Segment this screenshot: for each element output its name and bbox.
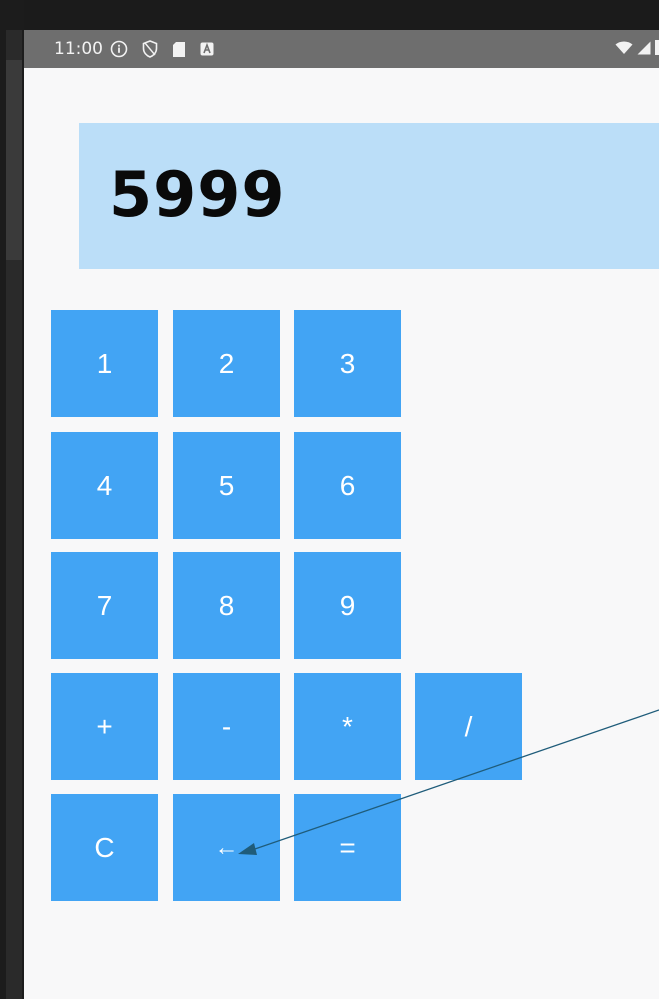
notification-a-icon: [200, 42, 214, 56]
shield-icon: [142, 40, 158, 58]
result-display: 5999: [79, 123, 659, 269]
signal-icon: [637, 40, 651, 59]
status-bar: 11:00: [24, 30, 659, 68]
key-8[interactable]: 8: [173, 552, 280, 659]
display-value: 5999: [109, 158, 286, 231]
calculator-app: 5999 1 2 3 4 5 6 7 8 9 + - * / C ← =: [24, 68, 659, 999]
key-equals[interactable]: =: [294, 794, 401, 901]
key-minus[interactable]: -: [173, 673, 280, 780]
device-bezel-left: [0, 0, 24, 999]
key-9[interactable]: 9: [294, 552, 401, 659]
key-backspace[interactable]: ←: [173, 794, 280, 901]
key-4[interactable]: 4: [51, 432, 158, 539]
device-edge-highlight: [6, 60, 22, 260]
key-multiply[interactable]: *: [294, 673, 401, 780]
wifi-icon: [615, 40, 633, 59]
key-1[interactable]: 1: [51, 310, 158, 417]
key-2[interactable]: 2: [173, 310, 280, 417]
key-plus[interactable]: +: [51, 673, 158, 780]
status-right-icons: [615, 39, 659, 59]
sd-card-icon: [172, 41, 186, 58]
status-icons: [110, 39, 214, 59]
battery-icon: [655, 39, 659, 59]
key-7[interactable]: 7: [51, 552, 158, 659]
key-clear[interactable]: C: [51, 794, 158, 901]
info-icon: [110, 40, 128, 58]
key-divide[interactable]: /: [415, 673, 522, 780]
key-3[interactable]: 3: [294, 310, 401, 417]
key-5[interactable]: 5: [173, 432, 280, 539]
key-6[interactable]: 6: [294, 432, 401, 539]
device-bezel-top: [0, 0, 659, 30]
device-screen: 11:00 5999 1 2 3 4 5 6 7 8 9 + - * / C ←…: [0, 0, 659, 999]
status-time: 11:00: [54, 39, 103, 59]
